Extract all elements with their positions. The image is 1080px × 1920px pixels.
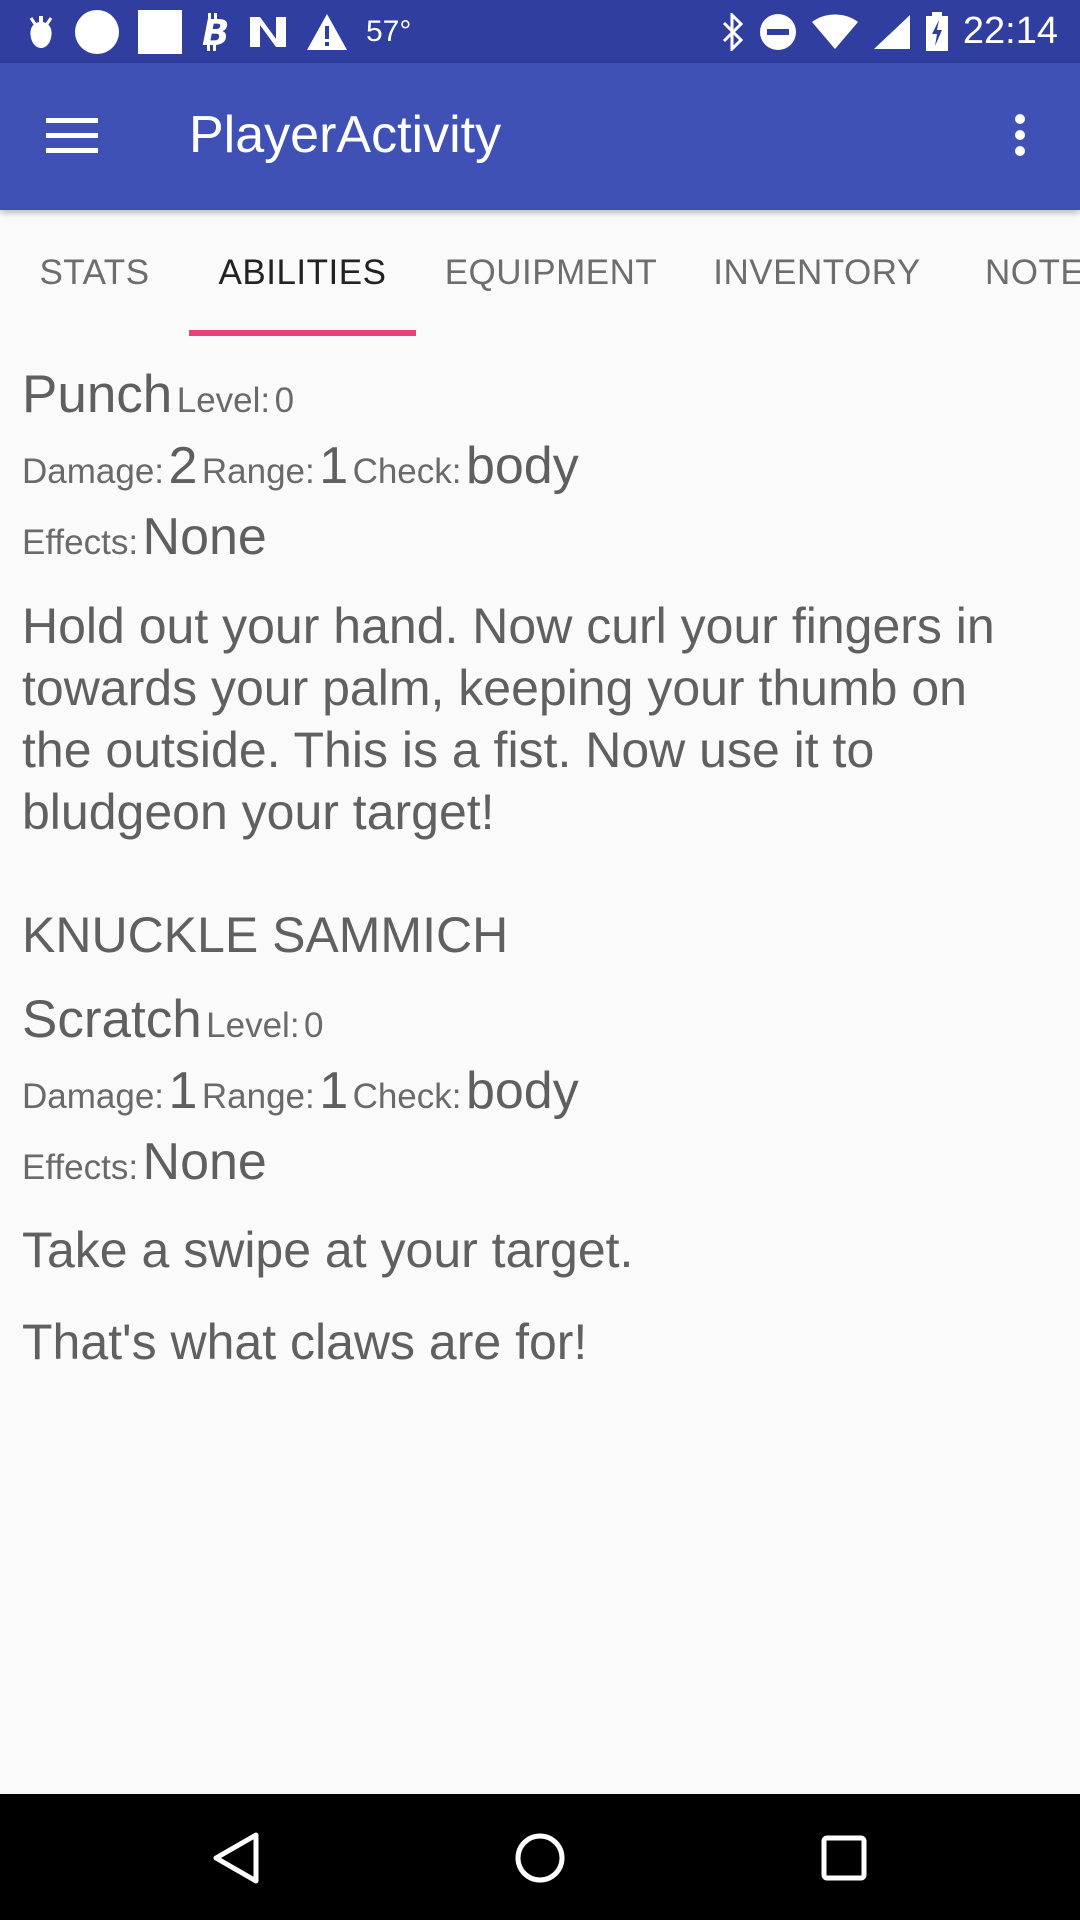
menu-button[interactable] bbox=[30, 93, 114, 177]
overflow-menu-button[interactable] bbox=[978, 93, 1062, 177]
ability-flavor-text: That's what claws are for! bbox=[22, 1314, 588, 1370]
tab-equipment[interactable]: EQUIPMENT bbox=[416, 210, 686, 336]
navigation-bar bbox=[0, 1794, 1080, 1920]
ability-header: Punch Level: 0 bbox=[22, 364, 294, 425]
ability-stats: Damage: 1 Range: 1 Check: body bbox=[22, 1061, 579, 1121]
tab-stats[interactable]: STATS bbox=[0, 210, 189, 336]
tab-notes[interactable]: NOTE bbox=[962, 210, 1080, 336]
tab-inventory[interactable]: INVENTORY bbox=[686, 210, 948, 336]
ability-name: Punch bbox=[22, 365, 173, 424]
app-title: PlayerActivity bbox=[189, 106, 502, 164]
do-not-disturb-icon bbox=[759, 13, 797, 51]
bell-pepper-icon bbox=[26, 14, 56, 50]
ability-stats: Damage: 2 Range: 1 Check: body bbox=[22, 436, 579, 496]
warning-icon bbox=[306, 13, 348, 51]
level-value: 0 bbox=[274, 381, 295, 420]
battery-icon bbox=[925, 11, 949, 52]
app-bar: PlayerActivity bbox=[0, 63, 1080, 210]
damage-value: 1 bbox=[168, 1062, 198, 1120]
range-label: Range: bbox=[201, 452, 315, 491]
ability-effects: Effects: None bbox=[22, 507, 267, 567]
effects-label: Effects: bbox=[22, 1148, 139, 1187]
clock-text: 22:14 bbox=[962, 10, 1058, 52]
ability-header: Scratch Level: 0 bbox=[22, 989, 323, 1050]
damage-label: Damage: bbox=[22, 452, 165, 491]
tab-strip: STATS ABILITIES EQUIPMENT INVENTORY NOTE bbox=[0, 210, 1080, 336]
ability-effects: Effects: None bbox=[22, 1132, 267, 1192]
ability-name: Scratch bbox=[22, 990, 202, 1049]
check-label: Check: bbox=[352, 452, 462, 491]
ability-description: Take a swipe at your target. bbox=[22, 1222, 634, 1278]
back-triangle-icon bbox=[213, 1832, 259, 1884]
status-bar-left: B 57° bbox=[26, 9, 411, 55]
tab-abilities[interactable]: ABILITIES bbox=[189, 210, 416, 336]
tab-indicator bbox=[189, 330, 416, 336]
damage-label: Damage: bbox=[22, 1077, 165, 1116]
range-value: 1 bbox=[319, 1062, 349, 1120]
check-label: Check: bbox=[352, 1077, 462, 1116]
recents-square-icon bbox=[821, 1835, 867, 1881]
effects-label: Effects: bbox=[22, 523, 139, 562]
home-circle-icon bbox=[515, 1833, 565, 1883]
level-label: Level: bbox=[176, 381, 271, 420]
wifi-icon bbox=[811, 14, 859, 50]
level-value: 0 bbox=[304, 1006, 324, 1045]
status-bar: B 57° 22:14 bbox=[0, 0, 1080, 63]
home-button[interactable] bbox=[504, 1822, 576, 1894]
hamburger-menu-icon bbox=[46, 118, 98, 153]
ability-flavor-text: KNUCKLE SAMMICH bbox=[22, 907, 509, 963]
range-label: Range: bbox=[201, 1077, 315, 1116]
more-vert-icon bbox=[1015, 114, 1025, 156]
check-value: body bbox=[465, 437, 579, 495]
status-bar-right: 22:14 bbox=[707, 10, 1058, 53]
n-logo-icon bbox=[248, 15, 288, 49]
circle-icon bbox=[74, 9, 120, 55]
signal-icon bbox=[873, 14, 911, 50]
square-icon bbox=[138, 9, 182, 54]
back-button[interactable] bbox=[200, 1822, 272, 1894]
recents-button[interactable] bbox=[808, 1822, 880, 1894]
effects-value: None bbox=[142, 508, 267, 566]
bitcoin-icon: B bbox=[200, 12, 230, 52]
check-value: body bbox=[465, 1062, 579, 1120]
temperature-text: 57° bbox=[366, 14, 412, 48]
range-value: 1 bbox=[319, 437, 349, 495]
ability-description: Hold out your hand. Now curl your finger… bbox=[22, 598, 995, 840]
effects-value: None bbox=[142, 1133, 267, 1191]
level-label: Level: bbox=[206, 1006, 300, 1045]
bluetooth-icon bbox=[721, 12, 745, 51]
damage-value: 2 bbox=[168, 437, 198, 495]
